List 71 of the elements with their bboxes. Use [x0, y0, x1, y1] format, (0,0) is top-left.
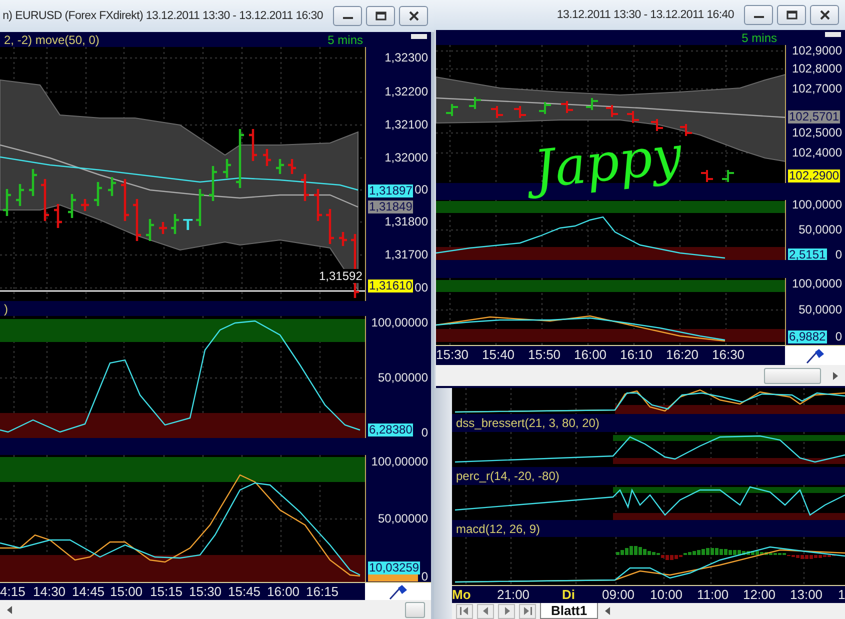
axis-label: 0 — [421, 570, 428, 584]
axis-label: 100,0000 — [792, 198, 842, 212]
time-label: 15:30 — [436, 347, 469, 362]
time-label: 21:00 — [497, 587, 530, 602]
axis-label: 1,31800 — [384, 216, 428, 228]
value-tag: 1,31849 — [368, 200, 414, 214]
time-label: 13:00 — [790, 587, 823, 602]
time-label: 11:00 — [697, 587, 729, 602]
axis-label: 1,32100 — [384, 118, 428, 132]
axis-label: 102,4000 — [792, 146, 842, 160]
time-label: 12:00 — [743, 587, 776, 602]
value-tag: 6,28380 — [368, 424, 414, 436]
indicator-label: dss_bressert(21, 3, 80, 20) — [456, 416, 600, 430]
indicator-label: perc_r(14, -20, -80) — [456, 469, 560, 483]
time-label: 16:10 — [620, 347, 653, 362]
day-label: Di — [562, 587, 575, 602]
value-tag: 102,2900 — [788, 170, 840, 182]
time-label: 15:50 — [528, 347, 561, 362]
time-label: 15:30 — [189, 584, 222, 599]
time-label: 14:30 — [33, 584, 66, 599]
indicator-label: macd(12, 26, 9) — [456, 522, 540, 536]
axis-label: 00 — [414, 184, 428, 196]
time-label: 15:00 — [110, 584, 143, 599]
time-label: 4:15 — [0, 584, 26, 599]
value-tag: 2,5151 — [788, 248, 827, 262]
value-tag: 10,03259 — [368, 562, 420, 574]
axis-label: 0 — [835, 248, 842, 262]
axis-label: 102,9000 — [792, 44, 842, 58]
axis-label: 00 — [414, 282, 428, 294]
value-tag: 1,31897 — [368, 184, 414, 198]
time-label: 10:00 — [650, 587, 683, 602]
axis-label: 50,0000 — [798, 224, 842, 236]
axis-label: 100,0000 — [792, 278, 842, 290]
axis-label: 102,7000 — [792, 82, 842, 96]
axis-label: 0 — [835, 330, 842, 344]
axis-label: 0 — [421, 426, 428, 440]
time-label: 14:45 — [72, 584, 105, 599]
time-label: 15:40 — [482, 347, 515, 362]
value-tag: 1,31610 — [368, 280, 414, 292]
window-title: n) EURUSD (Forex FXdirekt) 13.12.2011 13:30 - 13.12.2011 16:30 — [2, 10, 323, 22]
axis-label: 100,00000 — [371, 316, 428, 330]
signal-marker: T — [183, 217, 193, 235]
time-label: 09:00 — [602, 587, 635, 602]
indicator-label: ) — [4, 302, 8, 316]
time-label: 1 — [838, 587, 845, 602]
axis-label: 50,0000 — [798, 304, 842, 316]
axis-label: 102,5000 — [792, 126, 842, 140]
axis-label: 100,00000 — [371, 456, 428, 468]
time-label: 15:45 — [228, 584, 261, 599]
axis-label: 1,32200 — [384, 86, 428, 98]
time-label: 16:00 — [574, 347, 607, 362]
time-label: 16:00 — [267, 584, 300, 599]
axis-label: 1,32000 — [384, 152, 428, 164]
axis-label: 1,32300 — [384, 52, 428, 64]
window-title: 13.12.2011 13:30 - 13.12.2011 16:40 — [556, 9, 734, 21]
last-price-label: 1,31592 — [318, 269, 364, 283]
indicator-label: 2, -2) move(50, 0) — [4, 32, 100, 46]
day-label: Mo — [452, 587, 471, 602]
time-label: 16:15 — [306, 584, 339, 599]
sheet-tab[interactable]: Blatt1 — [540, 603, 598, 619]
time-label: 15:15 — [150, 584, 183, 599]
time-label: 16:30 — [712, 347, 745, 362]
axis-label: 1,31700 — [384, 248, 428, 262]
timeframe-label: 5 mins — [742, 30, 777, 44]
timeframe-label: 5 mins — [328, 32, 363, 46]
axis-label: 50,00000 — [378, 372, 428, 384]
value-tag: 102,5701 — [788, 110, 840, 124]
time-label: 16:20 — [666, 347, 699, 362]
axis-label: 102,8000 — [792, 62, 842, 76]
value-tag: 6,9882 — [788, 330, 827, 344]
axis-label: 50,00000 — [378, 512, 428, 526]
